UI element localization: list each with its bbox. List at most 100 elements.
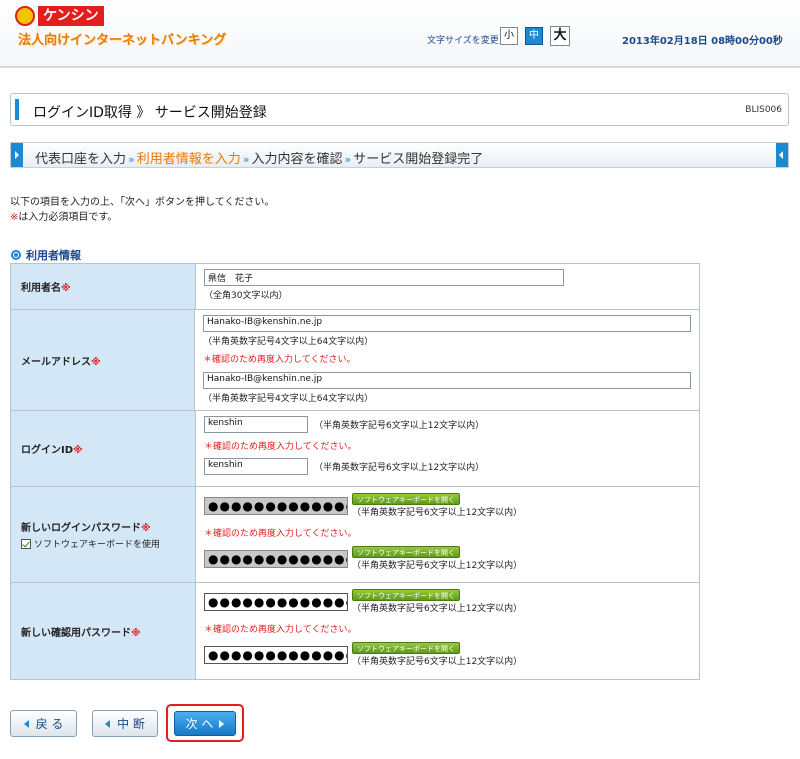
email-input[interactable]: Hanako-IB@kenshin.ne.jp: [203, 315, 691, 332]
required-mark: ※: [141, 523, 151, 534]
new-password-confirm-input[interactable]: ●●●●●●●●●●●●●: [204, 550, 348, 568]
confirm-password-label: 新しい確認用パスワード※: [11, 583, 196, 679]
confirm-password-label-text: 新しい確認用パスワード: [21, 627, 131, 639]
open-software-keyboard-button[interactable]: ソフトウェアキーボードを開く: [352, 642, 460, 654]
row-confirm-password: 新しい確認用パスワード※ ●●●●●●●●●●●●● ソフトウェアキーボードを開…: [11, 583, 699, 679]
confirm-password-confirm-input[interactable]: ●●●●●●●●●●●●●: [204, 646, 348, 664]
email-cell: Hanako-IB@kenshin.ne.jp （半角英数字記号4文字以上64文…: [195, 310, 699, 410]
required-mark: ※: [131, 627, 141, 639]
email-confirm-input[interactable]: Hanako-IB@kenshin.ne.jp: [203, 372, 691, 389]
intro-line-2: ※は入力必須項目です。: [10, 210, 274, 225]
chevron-left-icon: [776, 143, 788, 167]
login-id-input[interactable]: kenshin: [204, 416, 308, 433]
confirm-password-confirm-aux: ソフトウェアキーボードを開く （半角英数字記号6文字以上12文字以内）: [352, 641, 522, 667]
required-mark: ※: [61, 283, 71, 294]
open-software-keyboard-button[interactable]: ソフトウェアキーボードを開く: [352, 589, 460, 601]
section-bullet-icon: [11, 250, 21, 260]
section-heading: 利用者情報: [11, 247, 81, 263]
login-id-recheck-text: ＊確認のため再度入力してください。: [204, 442, 357, 452]
user-name-input[interactable]: 県信 花子: [204, 269, 564, 286]
required-mark: ※: [73, 445, 83, 456]
section-title: 利用者情報: [26, 249, 81, 262]
login-id-cell: kenshin （半角英数字記号6文字以上12文字以内） ＊確認のため再度入力し…: [196, 411, 699, 486]
new-password-confirm-aux: ソフトウェアキーボードを開く （半角英数字記号6文字以上12文字以内）: [352, 545, 522, 571]
new-password-recheck-text: ＊確認のため再度入力してください。: [204, 529, 357, 539]
step-2-current: 利用者情報を入力: [136, 152, 241, 167]
progress-steps: 代表口座を入力» 利用者情報を入力» 入力内容を確認» サービス開始登録完了: [10, 142, 789, 168]
intro-text: 以下の項目を入力の上、「次へ」ボタンを押してください。 ※は入力必須項目です。: [10, 195, 274, 225]
user-name-label-text: 利用者名: [21, 283, 61, 294]
cancel-button-label: 中 断: [117, 717, 145, 731]
checkbox-checked-icon[interactable]: [21, 538, 31, 549]
next-button-label: 次 へ: [185, 717, 214, 731]
page-title-bar: ログインID取得 》 サービス開始登録 BLIS006: [10, 93, 789, 126]
back-button-label: 戻 る: [35, 717, 64, 731]
step-3: 入力内容を確認: [251, 152, 343, 167]
confirm-password-confirm-note: （半角英数字記号6文字以上12文字以内）: [352, 657, 523, 667]
cancel-button[interactable]: 中 断: [92, 710, 158, 737]
confirm-password-cell: ●●●●●●●●●●●●● ソフトウェアキーボードを開く （半角英数字記号6文字…: [196, 583, 699, 679]
confirm-password-recheck-text: ＊確認のため再度入力してください。: [204, 625, 357, 635]
next-button[interactable]: 次 へ: [174, 711, 236, 736]
row-email: メールアドレス※ Hanako-IB@kenshin.ne.jp （半角英数字記…: [11, 310, 699, 411]
logo-mark-icon: [15, 6, 35, 26]
row-user-name: 利用者名※ 県信 花子 （全角30文字以内）: [11, 264, 699, 310]
user-name-note: （全角30文字以内）: [204, 291, 288, 301]
font-size-medium-button[interactable]: 中: [525, 27, 543, 45]
email-note: （半角英数字記号4文字以上64文字以内）: [203, 337, 374, 347]
open-software-keyboard-button[interactable]: ソフトウェアキーボードを開く: [352, 546, 460, 558]
new-password-note: （半角英数字記号6文字以上12文字以内）: [352, 508, 523, 518]
back-button[interactable]: 戻 る: [10, 710, 77, 737]
new-password-aux: ソフトウェアキーボードを開く （半角英数字記号6文字以上12文字以内）: [352, 492, 522, 518]
email-label-text: メールアドレス: [21, 356, 91, 368]
service-name: 法人向けインターネットバンキング: [18, 33, 227, 48]
login-id-label-text: ログインID: [21, 445, 74, 456]
new-password-line: ●●●●●●●●●●●●● ソフトウェアキーボードを開く （半角英数字記号6文字…: [204, 492, 691, 518]
step-separator-icon: »: [344, 153, 352, 166]
font-size-label: 文字サイズを変更: [427, 36, 499, 46]
email-label: メールアドレス※: [11, 310, 195, 410]
steps-row: 代表口座を入力» 利用者情報を入力» 入力内容を確認» サービス開始登録完了: [35, 148, 483, 167]
intro-line-2-text: は入力必須項目です。: [18, 212, 118, 223]
logo-text: ケンシン: [38, 6, 104, 26]
step-1: 代表口座を入力: [35, 152, 127, 167]
arrow-right-icon: [219, 719, 225, 728]
title-accent: [15, 99, 19, 120]
login-id-label: ログインID※: [11, 411, 196, 486]
row-new-password: 新しいログインパスワード※ ソフトウェアキーボードを使用 ●●●●●●●●●●●…: [11, 487, 699, 583]
email-recheck-text: ＊確認のため再度入力してください。: [203, 355, 356, 365]
software-keyboard-checkbox-row[interactable]: ソフトウェアキーボードを使用: [21, 537, 195, 550]
login-id-line: kenshin （半角英数字記号6文字以上12文字以内）: [204, 416, 691, 433]
user-name-cell: 県信 花子 （全角30文字以内）: [196, 264, 699, 309]
confirm-password-confirm-line: ●●●●●●●●●●●●● ソフトウェアキーボードを開く （半角英数字記号6文字…: [204, 641, 691, 667]
login-id-confirm-line: kenshin （半角英数字記号6文字以上12文字以内）: [204, 458, 691, 475]
font-size-large-button[interactable]: 大: [550, 26, 570, 46]
arrow-left-icon: [23, 719, 29, 728]
chevron-right-icon: [11, 143, 23, 167]
arrow-left-icon: [105, 719, 111, 728]
confirm-password-line: ●●●●●●●●●●●●● ソフトウェアキーボードを開く （半角英数字記号6文字…: [204, 588, 691, 614]
confirm-password-input[interactable]: ●●●●●●●●●●●●●: [204, 593, 348, 611]
step-separator-icon: »: [128, 153, 135, 166]
next-button-highlight: 次 へ: [166, 704, 244, 742]
new-password-input[interactable]: ●●●●●●●●●●●●●: [204, 497, 348, 515]
row-login-id: ログインID※ kenshin （半角英数字記号6文字以上12文字以内） ＊確認…: [11, 411, 699, 487]
step-4: サービス開始登録完了: [353, 152, 484, 167]
email-confirm-note: （半角英数字記号4文字以上64文字以内）: [203, 394, 374, 404]
header: ケンシン 法人向けインターネットバンキング 文字サイズを変更 小 中 大 201…: [0, 0, 800, 68]
font-size-small-button[interactable]: 小: [500, 27, 518, 45]
current-datetime: 2013年02月18日 08時00分00秒: [622, 36, 783, 47]
required-mark: ※: [91, 356, 101, 368]
software-keyboard-checkbox-label: ソフトウェアキーボードを使用: [34, 540, 161, 550]
new-password-label: 新しいログインパスワード※ ソフトウェアキーボードを使用: [11, 487, 196, 582]
screen-id: BLIS006: [745, 105, 782, 115]
user-info-form: 利用者名※ 県信 花子 （全角30文字以内） メールアドレス※ Hanako-I…: [10, 263, 700, 680]
page-title: ログインID取得 》 サービス開始登録: [33, 105, 267, 121]
login-id-confirm-input[interactable]: kenshin: [204, 458, 308, 475]
confirm-password-aux: ソフトウェアキーボードを開く （半角英数字記号6文字以上12文字以内）: [352, 588, 522, 614]
open-software-keyboard-button[interactable]: ソフトウェアキーボードを開く: [352, 493, 460, 505]
new-password-confirm-note: （半角英数字記号6文字以上12文字以内）: [352, 561, 523, 571]
new-password-cell: ●●●●●●●●●●●●● ソフトウェアキーボードを開く （半角英数字記号6文字…: [196, 487, 699, 582]
new-password-confirm-line: ●●●●●●●●●●●●● ソフトウェアキーボードを開く （半角英数字記号6文字…: [204, 545, 691, 571]
bank-logo: ケンシン: [15, 6, 104, 26]
